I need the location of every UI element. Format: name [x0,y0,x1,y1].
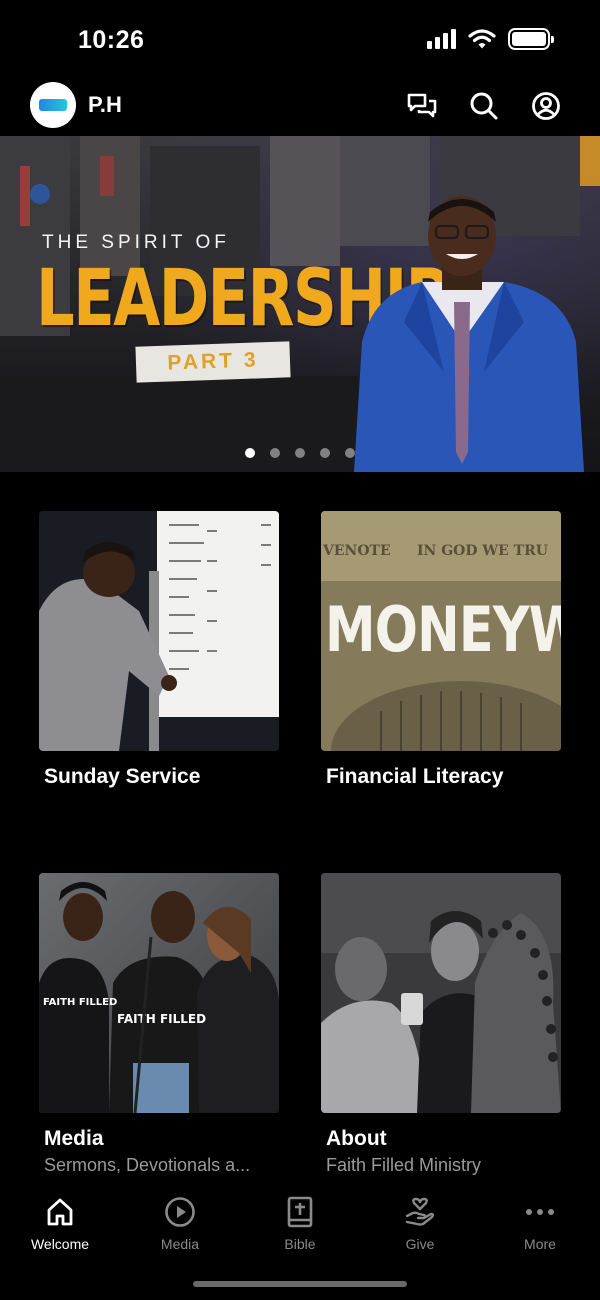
cellular-signal-icon [427,29,456,49]
hero-banner[interactable]: THE SPIRIT OF LEADERSHIP PART 3 [0,136,600,472]
chat-icon[interactable] [406,90,438,122]
status-bar: 10:26 [0,0,600,80]
carousel-dots [0,448,600,458]
card-image: VENOTE IN GOD WE TRU MONEYW [321,511,561,751]
profile-icon[interactable] [530,90,562,122]
bible-icon [282,1194,318,1230]
app-logo[interactable] [30,82,76,128]
card-subtitle: Sermons, Devotionals a... [44,1155,251,1175]
tab-label: Give [405,1236,435,1252]
search-icon[interactable] [468,90,500,122]
status-icons [427,28,554,50]
card-sunday-service[interactable]: Sunday Service [39,511,279,789]
card-about[interactable]: About Faith Filled Ministry [321,873,561,1176]
card-title: Media [44,1127,104,1150]
svg-text:FAITH FILLED: FAITH FILLED [117,1012,206,1026]
card-image: FAITH FILLED FAITH FILLED [39,873,279,1113]
card-media[interactable]: FAITH FILLED FAITH FILLED Media Sermons,… [39,873,279,1176]
card-image-text: MONEYW [325,593,561,666]
svg-text:FAITH FILLED: FAITH FILLED [43,997,117,1008]
tab-label: More [524,1236,556,1252]
card-financial-literacy[interactable]: VENOTE IN GOD WE TRU MONEYW Financial Li… [321,511,561,789]
tab-media[interactable]: Media [120,1194,240,1252]
tab-give[interactable]: Give [360,1194,480,1252]
tab-welcome[interactable]: Welcome [0,1194,120,1252]
card-title: Sunday Service [44,765,201,788]
bottom-tab-bar: Welcome Media Bible Give More [0,1184,600,1300]
tab-bible[interactable]: Bible [240,1194,360,1252]
play-icon [162,1194,198,1230]
wifi-icon [468,29,496,49]
more-icon [522,1194,558,1230]
give-icon [402,1194,438,1230]
home-indicator[interactable] [193,1281,407,1287]
card-title: About [326,1127,387,1150]
tab-label: Bible [284,1236,316,1252]
carousel-dot[interactable] [320,448,330,458]
carousel-dot[interactable] [345,448,355,458]
carousel-dot[interactable] [295,448,305,458]
hero-subtitle: THE SPIRIT OF [42,232,230,253]
app-title: P.H [88,92,122,117]
card-title: Financial Literacy [326,765,504,788]
card-image [321,873,561,1113]
tab-label: Welcome [30,1236,90,1252]
tab-more[interactable]: More [480,1194,600,1252]
tab-label: Media [160,1236,200,1252]
carousel-dot[interactable] [245,448,255,458]
svg-text:IN GOD WE TRU: IN GOD WE TRU [417,543,548,559]
hero-part-label: PART 3 [135,341,291,383]
speaker-photo [354,196,584,472]
carousel-dot[interactable] [270,448,280,458]
home-icon [42,1194,78,1230]
svg-text:VENOTE: VENOTE [322,543,391,559]
card-subtitle: Faith Filled Ministry [326,1155,482,1175]
app-header: P.H [0,82,600,130]
header-actions [406,90,562,122]
card-image [39,511,279,751]
status-time: 10:26 [78,26,145,54]
battery-icon [508,28,554,50]
